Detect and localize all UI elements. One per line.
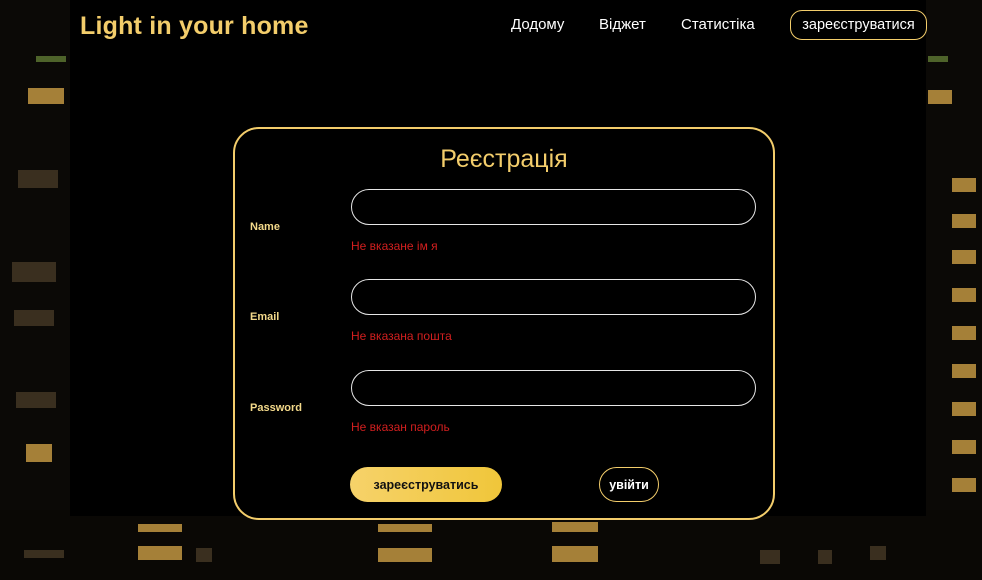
password-label: Password — [250, 402, 302, 414]
registration-card: Реєстрація Name Не вказане ім я Email Не… — [233, 127, 775, 520]
brand-logo-text[interactable]: Light in your home — [80, 12, 309, 41]
name-error-message: Не вказане ім я — [351, 239, 438, 253]
email-error-message: Не вказана пошта — [351, 329, 452, 343]
nav-link-home[interactable]: Додому — [511, 16, 564, 33]
background-buildings-left — [0, 0, 70, 580]
registration-title: Реєстрація — [440, 145, 568, 173]
email-input[interactable] — [351, 279, 756, 315]
nav-link-statistics[interactable]: Статистіка — [681, 16, 755, 33]
nav-register-button[interactable]: зареєструватися — [790, 10, 927, 40]
password-input[interactable] — [351, 370, 756, 406]
page: Light in your home Додому Віджет Статист… — [0, 0, 982, 580]
background-buildings-right — [926, 0, 982, 580]
name-input[interactable] — [351, 189, 756, 225]
email-label: Email — [250, 311, 280, 323]
name-label: Name — [250, 221, 280, 233]
login-button[interactable]: увійти — [599, 467, 659, 502]
register-submit-button[interactable]: зареєструватись — [350, 467, 502, 502]
navbar: Light in your home Додому Віджет Статист… — [0, 0, 982, 52]
background-buildings-bottom — [0, 510, 982, 580]
nav-link-widget[interactable]: Віджет — [599, 16, 646, 33]
password-error-message: Не вказан пароль — [351, 420, 450, 434]
